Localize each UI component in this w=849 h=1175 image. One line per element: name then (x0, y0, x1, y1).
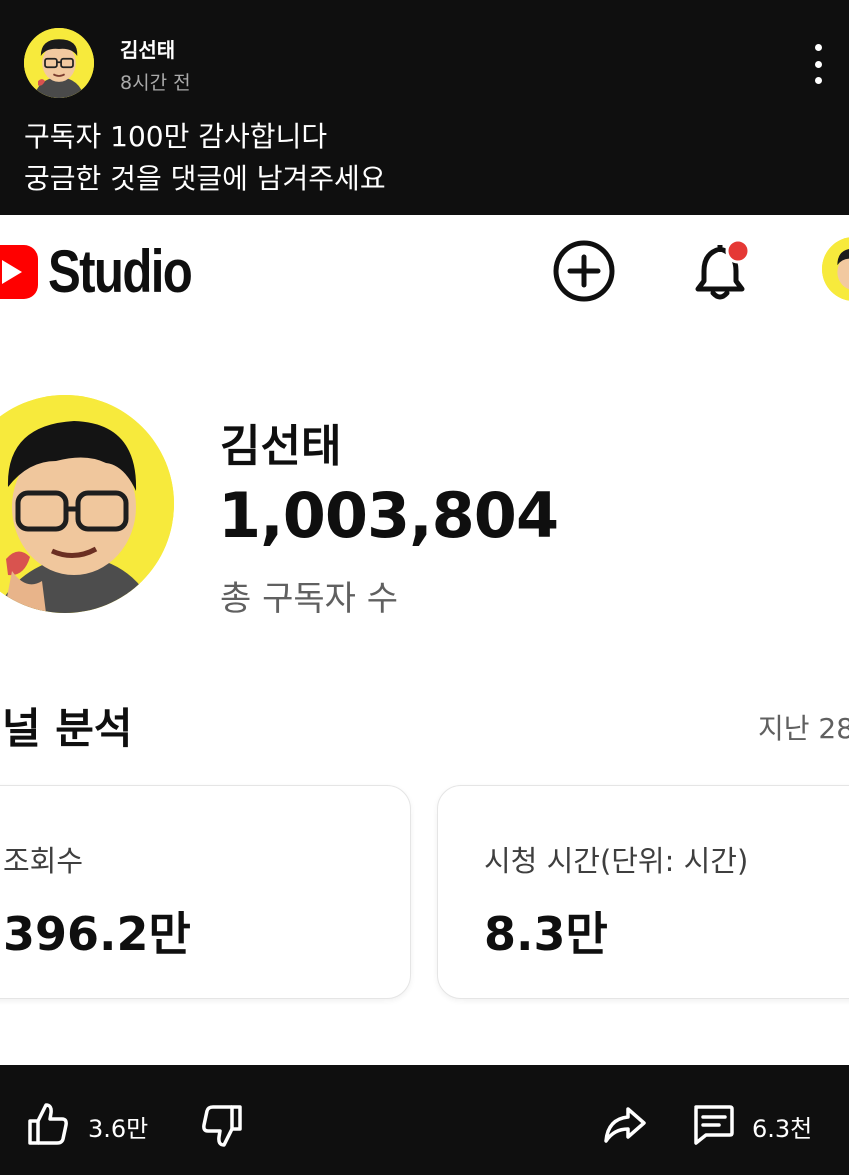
subscriber-label: 총 구독자 수 (220, 579, 399, 619)
author-avatar[interactable] (24, 28, 94, 98)
channel-avatar (0, 395, 174, 613)
comment-count: 6.3천 (752, 1115, 813, 1143)
plus-circle-icon[interactable] (552, 239, 616, 303)
post-header: 김선태 8시간 전 구독자 100만 감사합니다 궁금한 것을 댓글에 남겨주세… (0, 0, 849, 215)
thumbs-up-icon[interactable] (26, 1101, 70, 1147)
studio-logo-text: Studio (48, 238, 193, 305)
author-name[interactable]: 김선태 (120, 34, 175, 63)
post-text-line: 구독자 100만 감사합니다 (24, 120, 328, 153)
views-label: 조회수 (3, 844, 84, 878)
notification-badge (725, 238, 751, 264)
watch-time-label: 시청 시간(단위: 시간) (484, 844, 749, 878)
account-avatar[interactable] (822, 237, 849, 301)
more-vertical-icon (814, 44, 822, 51)
more-vertical-icon (814, 77, 822, 84)
subscriber-count: 1,003,804 (218, 479, 559, 552)
bell-icon[interactable] (690, 237, 756, 303)
youtube-play-icon (0, 245, 38, 299)
cartoon-face-icon (24, 28, 94, 98)
share-icon[interactable] (602, 1105, 648, 1145)
action-bar: 3.6만 6.3천 (0, 1065, 849, 1175)
like-count: 3.6만 (88, 1115, 149, 1143)
post-text: 구독자 100만 감사합니다 궁금한 것을 댓글에 남겨주세요 (24, 116, 386, 200)
cartoon-face-icon (822, 237, 849, 301)
channel-name: 김선태 (220, 421, 342, 472)
thumbs-down-icon[interactable] (200, 1103, 244, 1149)
post-time: 8시간 전 (120, 72, 191, 94)
watch-time-value: 8.3만 (484, 907, 608, 961)
watch-time-card: 시청 시간(단위: 시간) 8.3만 (437, 785, 849, 999)
views-card: 조회수 396.2만 (0, 785, 411, 999)
period-label: 지난 28 (758, 712, 849, 745)
views-value: 396.2만 (3, 907, 191, 961)
comment-icon[interactable] (690, 1103, 736, 1147)
more-options-button[interactable] (803, 44, 833, 84)
cartoon-face-icon (0, 395, 174, 613)
more-vertical-icon (814, 60, 822, 68)
post-image[interactable]: Studio 김선태 1,003,804 총 구독자 수 널 분석 지난 28 … (0, 215, 849, 1065)
analytics-title: 널 분석 (2, 704, 133, 753)
post-text-line: 궁금한 것을 댓글에 남겨주세요 (24, 162, 386, 195)
